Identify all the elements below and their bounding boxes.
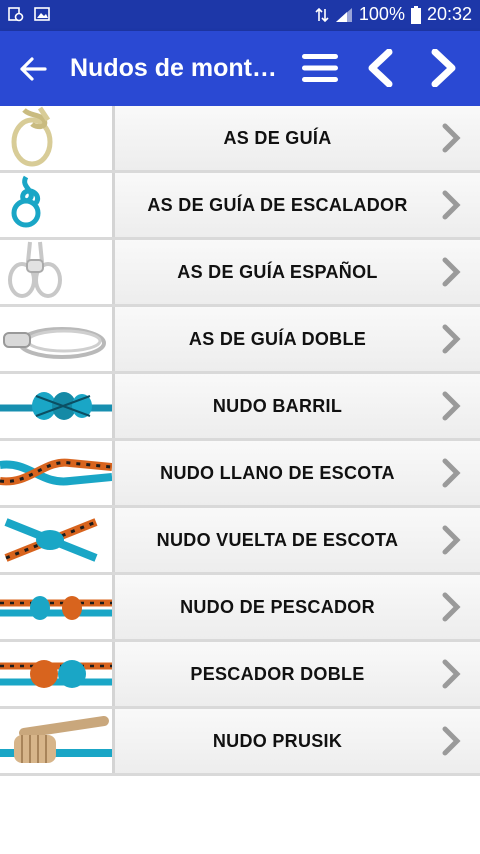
- spanish-bowline-image: [0, 240, 115, 304]
- list-item-cell: NUDO BARRIL: [115, 374, 480, 438]
- double-fishermans-image: [0, 642, 115, 706]
- list-item-cell: NUDO VUELTA DE ESCOTA: [115, 508, 480, 572]
- list-item[interactable]: NUDO LLANO DE ESCOTA: [0, 441, 480, 508]
- list-item[interactable]: NUDO VUELTA DE ESCOTA: [0, 508, 480, 575]
- chevron-right-icon: [442, 391, 461, 421]
- bowline-knot-image: [0, 106, 115, 170]
- list-item-cell: AS DE GUÍA: [115, 106, 480, 170]
- list-item-label: AS DE GUÍA: [223, 127, 332, 148]
- list-item-label: NUDO DE PESCADOR: [180, 596, 375, 617]
- chevron-right-icon: [442, 190, 461, 220]
- page-title: Nudos de mont…: [70, 54, 277, 82]
- barrel-knot-image: [0, 374, 115, 438]
- list-item-cell: AS DE GUÍA DOBLE: [115, 307, 480, 371]
- double-bowline-image: [0, 307, 115, 371]
- battery-icon: [410, 5, 421, 24]
- list-item[interactable]: NUDO PRUSIK: [0, 709, 480, 776]
- climbers-bowline-image: [0, 173, 115, 237]
- list-item[interactable]: NUDO DE PESCADOR: [0, 575, 480, 642]
- list-item[interactable]: AS DE GUÍA ESPAÑOL: [0, 240, 480, 307]
- app-bar: Nudos de mont…: [0, 31, 480, 106]
- list-item-label: AS DE GUÍA DOBLE: [188, 328, 367, 349]
- list-item-cell: AS DE GUÍA ESPAÑOL: [115, 240, 480, 304]
- clock: 20:32: [426, 4, 472, 24]
- chevron-right-icon[interactable]: [424, 49, 462, 87]
- battery-percentage: 100%: [358, 4, 405, 24]
- list-item-label: NUDO BARRIL: [212, 395, 343, 416]
- list-item-label: NUDO PRUSIK: [212, 730, 343, 751]
- chevron-right-icon: [442, 525, 461, 555]
- list-item-label: AS DE GUÍA ESPAÑOL: [177, 261, 378, 282]
- chevron-right-icon: [442, 659, 461, 689]
- fishermans-knot-image: [0, 575, 115, 639]
- list-item-label: NUDO LLANO DE ESCOTA: [160, 462, 395, 483]
- list-item[interactable]: AS DE GUÍA DE ESCALADOR: [0, 173, 480, 240]
- list-item-cell: NUDO LLANO DE ESCOTA: [115, 441, 480, 505]
- knot-list: AS DE GUÍA AS DE GUÍA DE ESCALADOR AS DE…: [0, 106, 480, 776]
- list-item-cell: NUDO DE PESCADOR: [115, 575, 480, 639]
- double-sheet-bend-image: [0, 508, 115, 572]
- back-arrow-icon[interactable]: [18, 55, 48, 83]
- list-item[interactable]: AS DE GUÍA: [0, 106, 480, 173]
- status-bar: 100% 20:32: [0, 0, 480, 31]
- prusik-knot-image: [0, 709, 115, 773]
- list-item-cell: NUDO PRUSIK: [115, 709, 480, 773]
- notification-icon: [8, 7, 24, 22]
- menu-icon[interactable]: [300, 51, 340, 85]
- list-item-cell: PESCADOR DOBLE: [115, 642, 480, 706]
- image-notification-icon: [34, 7, 50, 21]
- list-item-label: PESCADOR DOBLE: [190, 663, 365, 684]
- chevron-right-icon: [442, 726, 461, 756]
- list-item[interactable]: NUDO BARRIL: [0, 374, 480, 441]
- sheet-bend-image: [0, 441, 115, 505]
- list-item[interactable]: AS DE GUÍA DOBLE: [0, 307, 480, 374]
- list-item[interactable]: PESCADOR DOBLE: [0, 642, 480, 709]
- data-arrows-icon: [315, 7, 329, 22]
- chevron-right-icon: [442, 458, 461, 488]
- chevron-right-icon: [442, 592, 461, 622]
- chevron-right-icon: [442, 257, 461, 287]
- signal-icon: [335, 7, 352, 22]
- list-item-label: NUDO VUELTA DE ESCOTA: [156, 529, 399, 550]
- chevron-left-icon[interactable]: [362, 49, 400, 87]
- list-item-cell: AS DE GUÍA DE ESCALADOR: [115, 173, 480, 237]
- chevron-right-icon: [442, 324, 461, 354]
- chevron-right-icon: [442, 123, 461, 153]
- list-item-label: AS DE GUÍA DE ESCALADOR: [147, 194, 408, 215]
